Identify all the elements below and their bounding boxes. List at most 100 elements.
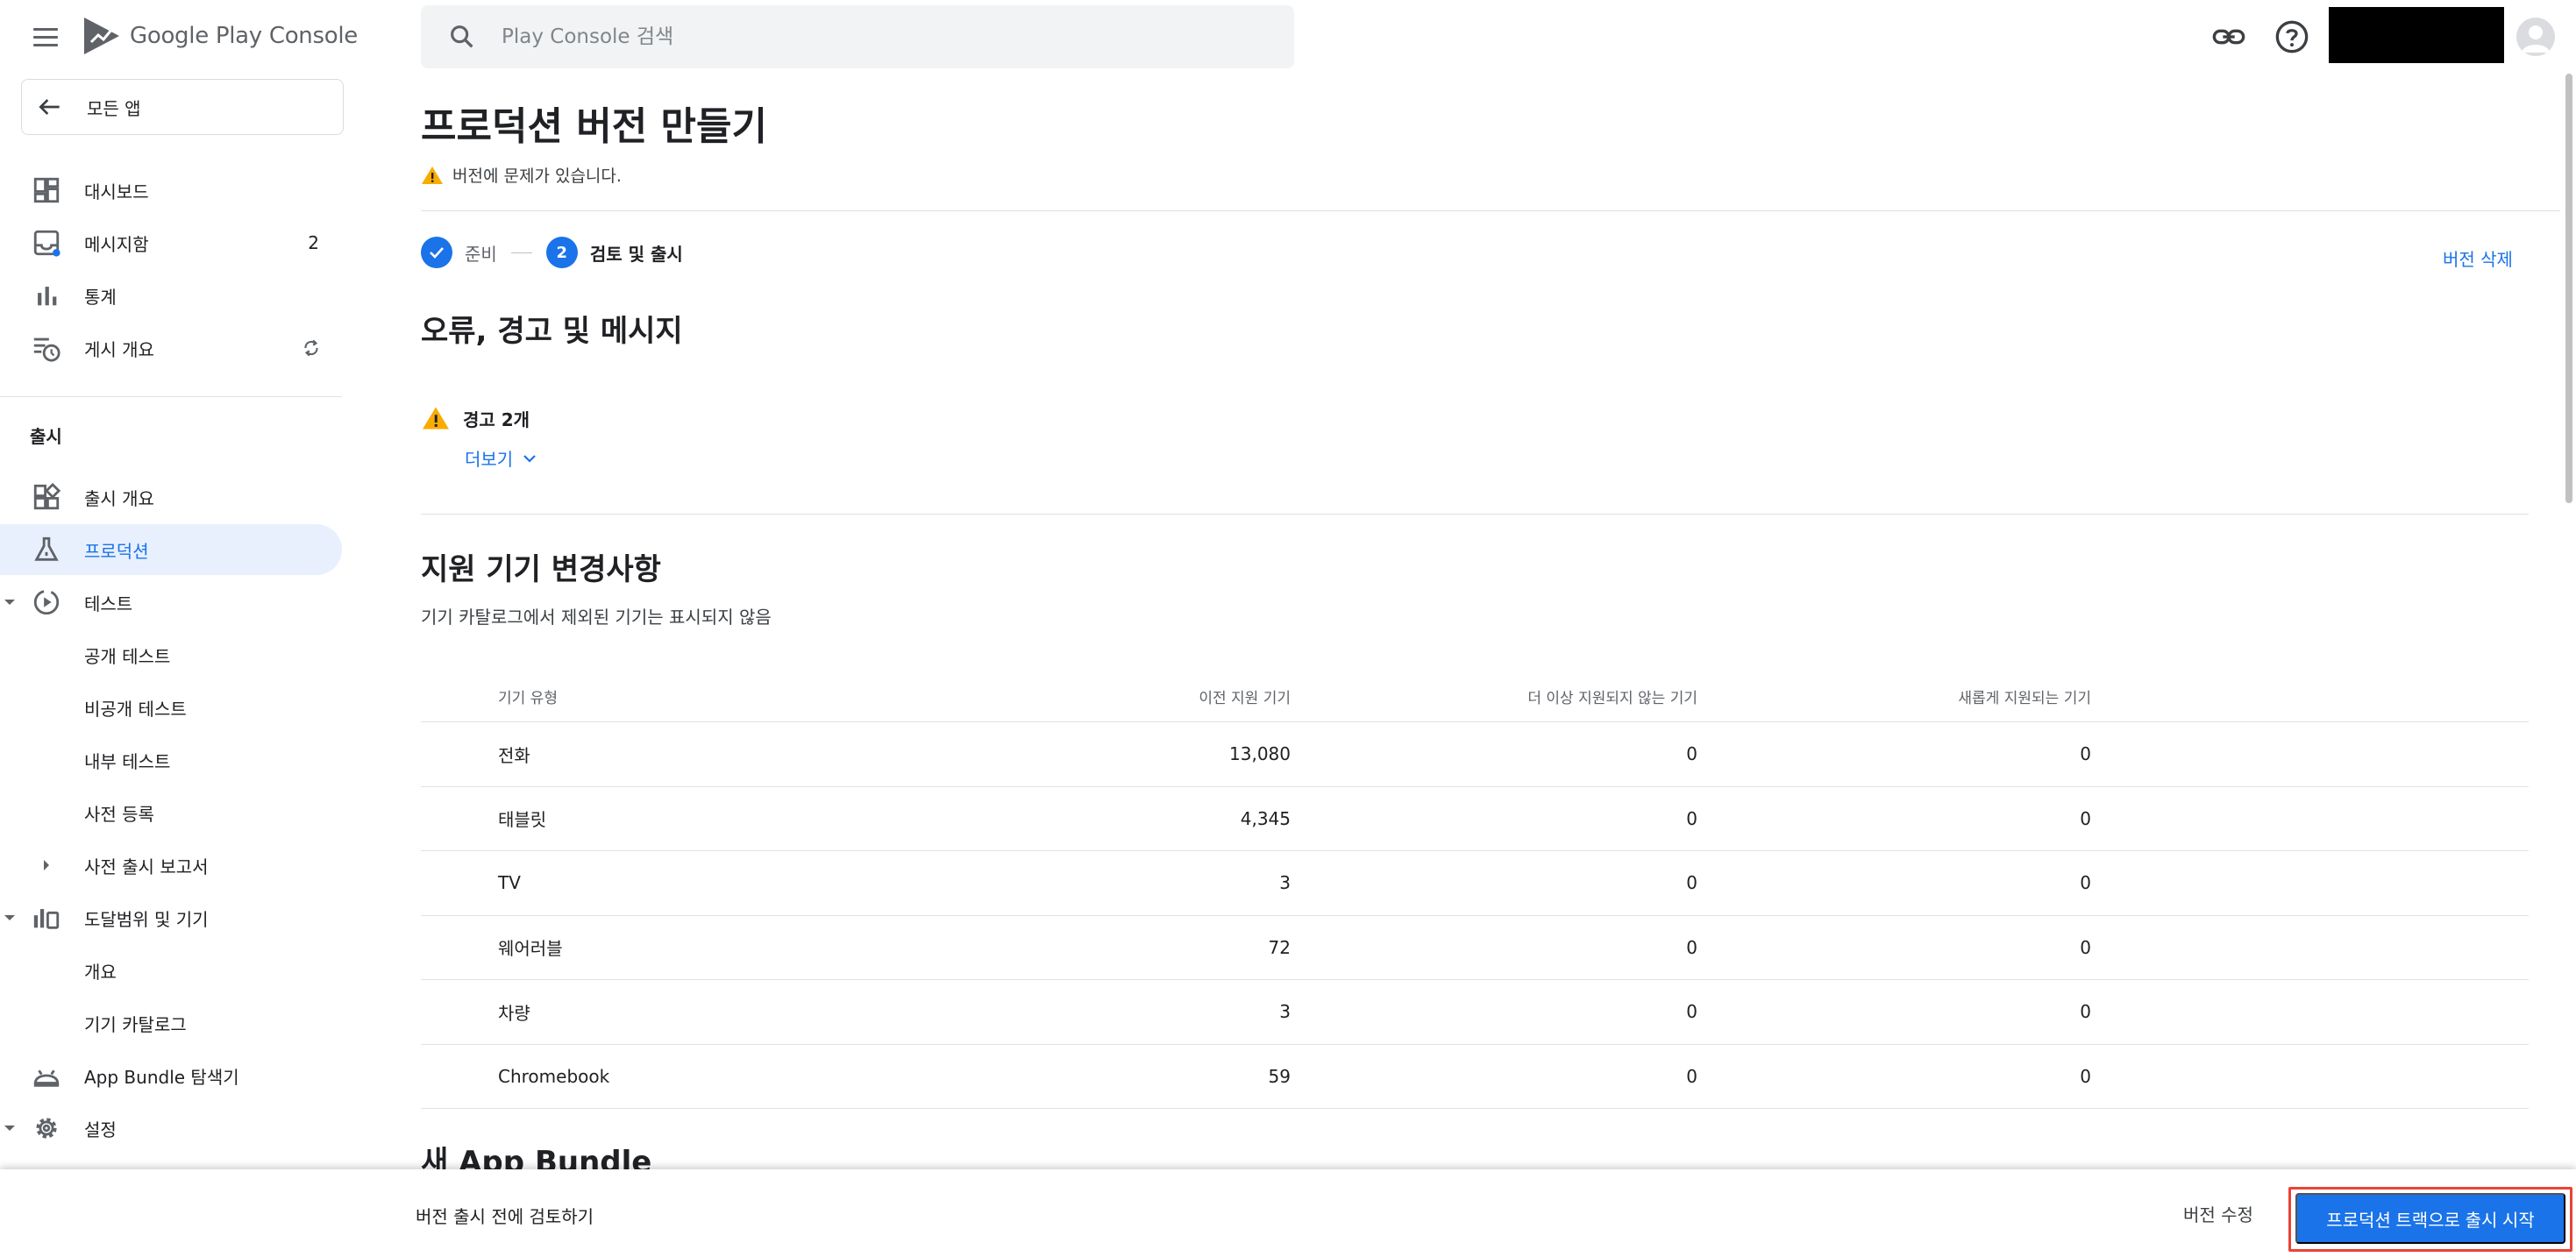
chevron-down-icon — [523, 454, 536, 463]
sidebar: 모든 앱 대시보드 메시지함 2 통계 게시 개요 출시 출시 개요 프로덕션 … — [0, 74, 351, 1169]
sidebar-item-label: 테스트 — [84, 593, 133, 614]
sidebar-item-label: 도달범위 및 기기 — [84, 908, 209, 930]
arrow-back-icon — [39, 99, 60, 115]
cell-previous: 3 — [1279, 1001, 1291, 1023]
cell-previous: 59 — [1268, 1065, 1291, 1087]
page-title: 프로덕션 버전 만들기 — [421, 104, 767, 149]
sidebar-item-app-bundle-explorer[interactable]: App Bundle 탐색기 — [0, 1050, 342, 1101]
bottom-action-bar: 버전 출시 전에 검토하기 버전 수정 프로덕션 트랙으로 출시 시작 — [0, 1169, 2576, 1257]
play-console-logo-icon — [84, 18, 119, 54]
cell-unsupported: 0 — [1686, 936, 1697, 958]
search-bar[interactable] — [421, 5, 1294, 68]
sidebar-item-dashboard[interactable]: 대시보드 — [0, 165, 342, 216]
all-apps-label: 모든 앱 — [87, 97, 141, 119]
sidebar-item-production[interactable]: 프로덕션 — [0, 524, 342, 575]
table-header: 기기 유형 이전 지원 기기 더 이상 지원되지 않는 기기 새롭게 지원되는 … — [421, 671, 2529, 722]
sidebar-item-label: 사전 등록 — [84, 803, 154, 825]
table-row: TV 3 0 0 — [421, 851, 2529, 916]
sidebar-item-settings[interactable]: 설정 — [0, 1103, 342, 1154]
inbox-icon — [33, 230, 60, 257]
sidebar-item-overview[interactable]: 개요 — [0, 945, 342, 996]
testing-icon — [33, 589, 60, 615]
sidebar-item-label: 비공개 테스트 — [84, 698, 187, 720]
cell-previous: 4,345 — [1240, 807, 1291, 829]
cell-device-type: 차량 — [498, 1002, 530, 1024]
sidebar-item-pre-registration[interactable]: 사전 등록 — [0, 787, 342, 838]
warning-icon — [422, 166, 443, 184]
header-previous-devices: 이전 지원 기기 — [1199, 690, 1291, 707]
sidebar-section-release: 출시 — [30, 426, 62, 447]
cell-unsupported: 0 — [1686, 1065, 1697, 1087]
sidebar-item-release-overview[interactable]: 출시 개요 — [0, 472, 342, 522]
sidebar-item-publishing-overview[interactable]: 게시 개요 — [0, 323, 342, 373]
sidebar-item-label: 대시보드 — [84, 181, 149, 202]
sidebar-item-open-testing[interactable]: 공개 테스트 — [0, 629, 342, 680]
play-console-logo[interactable]: Google Play Console — [82, 16, 358, 56]
header-new-devices: 새롭게 지원되는 기기 — [1958, 690, 2091, 707]
cell-device-type: Chromebook — [498, 1065, 610, 1087]
inbox-count-badge: 2 — [308, 232, 319, 253]
sidebar-item-label: 공개 테스트 — [84, 645, 171, 667]
header-unsupported-devices: 더 이상 지원되지 않는 기기 — [1527, 690, 1697, 707]
caret-down-icon[interactable] — [2, 594, 18, 610]
avatar[interactable] — [2516, 18, 2555, 56]
sidebar-item-label: App Bundle 탐색기 — [84, 1066, 239, 1088]
device-changes-table: 기기 유형 이전 지원 기기 더 이상 지원되지 않는 기기 새롭게 지원되는 … — [421, 671, 2529, 1109]
device-changes-title: 지원 기기 변경사항 — [421, 552, 661, 587]
cell-new: 0 — [2080, 1001, 2091, 1023]
sidebar-item-statistics[interactable]: 통계 — [0, 270, 342, 321]
caret-down-icon[interactable] — [2, 1120, 18, 1136]
cell-previous: 13,080 — [1229, 743, 1291, 765]
cell-previous: 3 — [1279, 872, 1291, 894]
sidebar-item-inbox[interactable]: 메시지함 2 — [0, 217, 342, 268]
step-2-number: 2 — [545, 237, 578, 268]
help-icon[interactable] — [2274, 19, 2309, 54]
divider — [421, 210, 2560, 211]
show-more-label: 더보기 — [465, 449, 514, 470]
sidebar-item-pre-launch-report[interactable]: 사전 출시 보고서 — [0, 840, 342, 891]
sidebar-item-label: 내부 테스트 — [84, 750, 171, 772]
page-scrollbar[interactable] — [2565, 74, 2572, 503]
warning-icon — [423, 407, 449, 430]
sidebar-item-device-catalog[interactable]: 기기 카탈로그 — [0, 998, 342, 1048]
sidebar-item-label: 사전 출시 보고서 — [84, 856, 209, 877]
start-rollout-button[interactable]: 프로덕션 트랙으로 출시 시작 — [2295, 1193, 2565, 1244]
sidebar-item-reach-and-devices[interactable]: 도달범위 및 기기 — [0, 892, 342, 943]
sidebar-item-label: 프로덕션 — [84, 540, 149, 562]
table-row: 태블릿 4,345 0 0 — [421, 787, 2529, 851]
dashboard-icon — [33, 177, 60, 203]
cell-device-type: 태블릿 — [498, 809, 547, 831]
cell-new: 0 — [2080, 872, 2091, 894]
sidebar-item-label: 개요 — [84, 961, 117, 983]
warnings-count: 경고 2개 — [463, 408, 530, 430]
link-icon[interactable] — [2211, 19, 2246, 54]
reach-devices-icon — [33, 909, 60, 929]
sidebar-item-closed-testing[interactable]: 비공개 테스트 — [0, 682, 342, 733]
cell-unsupported: 0 — [1686, 872, 1697, 894]
menu-icon[interactable] — [28, 19, 63, 54]
search-icon — [451, 25, 473, 48]
step-connector — [510, 252, 532, 253]
step-1-label[interactable]: 준비 — [465, 240, 497, 266]
account-name-redacted — [2329, 7, 2504, 63]
android-icon — [33, 1069, 60, 1087]
table-row: Chromebook 59 0 0 — [421, 1045, 2529, 1109]
delete-release-button[interactable]: 버전 삭제 — [2443, 245, 2513, 271]
sidebar-item-testing[interactable]: 테스트 — [0, 577, 342, 628]
sidebar-item-label: 출시 개요 — [84, 487, 154, 509]
caret-down-icon[interactable] — [2, 910, 18, 926]
sidebar-item-label: 게시 개요 — [84, 338, 154, 360]
production-flask-icon — [34, 536, 59, 561]
sync-icon — [304, 339, 318, 357]
edit-release-button[interactable]: 버전 수정 — [2183, 1196, 2253, 1231]
cell-unsupported: 0 — [1686, 807, 1697, 829]
show-more-button[interactable]: 더보기 — [465, 445, 539, 471]
caret-right-icon[interactable] — [39, 857, 54, 873]
publishing-overview-icon — [33, 337, 60, 362]
all-apps-button[interactable]: 모든 앱 — [21, 79, 344, 135]
search-input[interactable] — [502, 25, 1203, 48]
table-row: 전화 13,080 0 0 — [421, 722, 2529, 787]
errors-warnings-title: 오류, 경고 및 메시지 — [421, 314, 683, 349]
release-warning: 버전에 문제가 있습니다. — [421, 163, 622, 187]
sidebar-item-internal-testing[interactable]: 내부 테스트 — [0, 735, 342, 785]
